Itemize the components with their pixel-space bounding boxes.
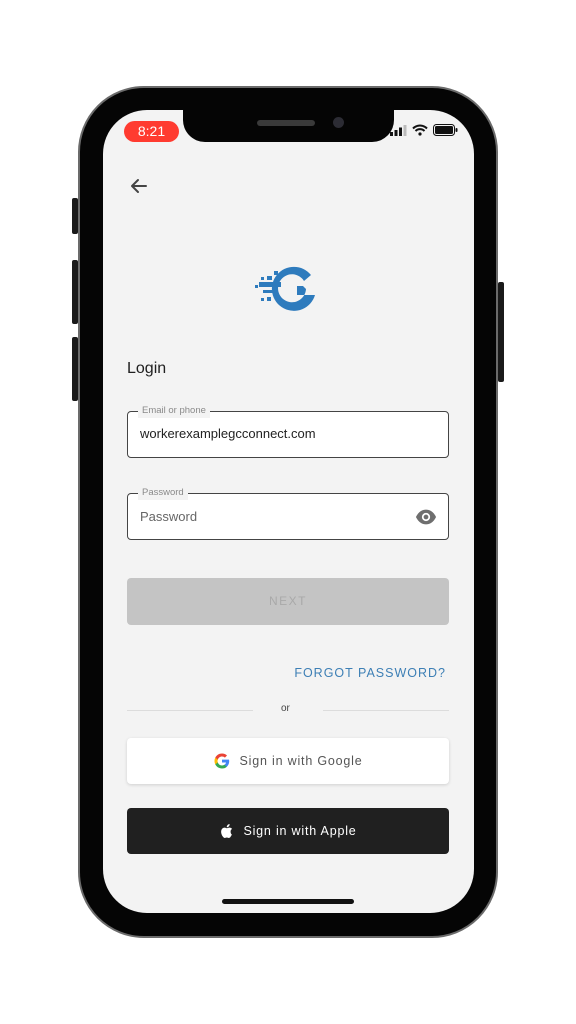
- screen: 8:21 Login Email or phone workerexampleg…: [103, 110, 474, 913]
- notch: [183, 110, 394, 142]
- password-field-placeholder: Password: [140, 509, 198, 524]
- forgot-password-link[interactable]: FORGOT PASSWORD?: [294, 666, 446, 680]
- speaker: [257, 120, 315, 126]
- apple-sign-in-label: Sign in with Apple: [243, 824, 357, 838]
- password-field[interactable]: Password Password: [127, 486, 449, 540]
- battery-icon: [433, 124, 458, 136]
- volume-up-button: [72, 260, 78, 324]
- google-icon: [214, 753, 229, 769]
- status-time: 8:21: [124, 121, 179, 142]
- email-field[interactable]: Email or phone workerexamplegcconnect.co…: [127, 404, 449, 458]
- divider-left: [127, 710, 253, 711]
- wifi-icon: [412, 124, 428, 136]
- google-sign-in-label: Sign in with Google: [239, 754, 363, 768]
- power-button: [498, 282, 504, 382]
- eye-icon[interactable]: [415, 506, 437, 528]
- apple-icon: [221, 824, 233, 838]
- apple-sign-in-button[interactable]: Sign in with Apple: [127, 808, 449, 854]
- back-arrow-icon[interactable]: [127, 174, 151, 198]
- front-camera: [333, 117, 344, 128]
- or-separator: or: [281, 703, 290, 714]
- email-field-value: workerexamplegcconnect.com: [140, 426, 316, 441]
- cellular-signal-icon: [390, 124, 407, 136]
- page-title: Login: [127, 360, 167, 377]
- gc-logo-icon: [255, 266, 315, 311]
- password-field-label: Password: [138, 486, 188, 500]
- google-sign-in-button[interactable]: Sign in with Google: [127, 738, 449, 784]
- volume-down-button: [72, 337, 78, 401]
- email-field-label: Email or phone: [138, 404, 210, 418]
- home-indicator[interactable]: [222, 899, 354, 904]
- status-icons: [390, 124, 458, 136]
- next-button[interactable]: NEXT: [127, 578, 449, 625]
- silent-switch: [72, 198, 78, 234]
- divider-right: [323, 710, 449, 711]
